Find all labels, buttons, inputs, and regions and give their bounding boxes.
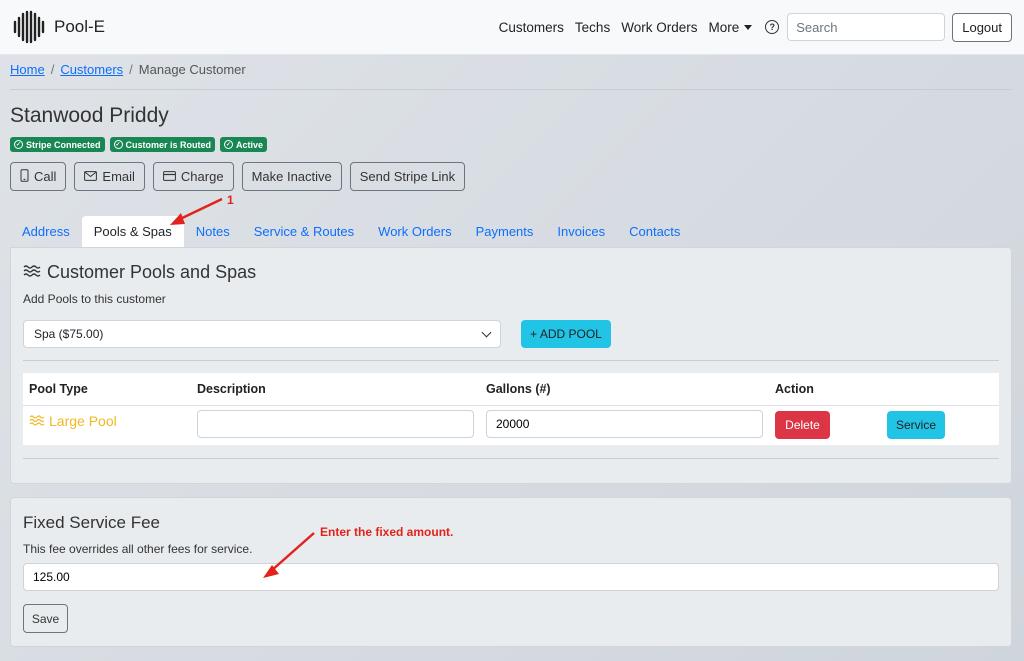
- annotation-fixed-amount: Enter the fixed amount.: [320, 525, 454, 539]
- annotation-arrow-fee: [263, 532, 315, 578]
- annotation-step-number: 1: [227, 193, 234, 207]
- annotation-arrow-tab: [170, 197, 223, 225]
- annotation-arrows: [170, 197, 315, 578]
